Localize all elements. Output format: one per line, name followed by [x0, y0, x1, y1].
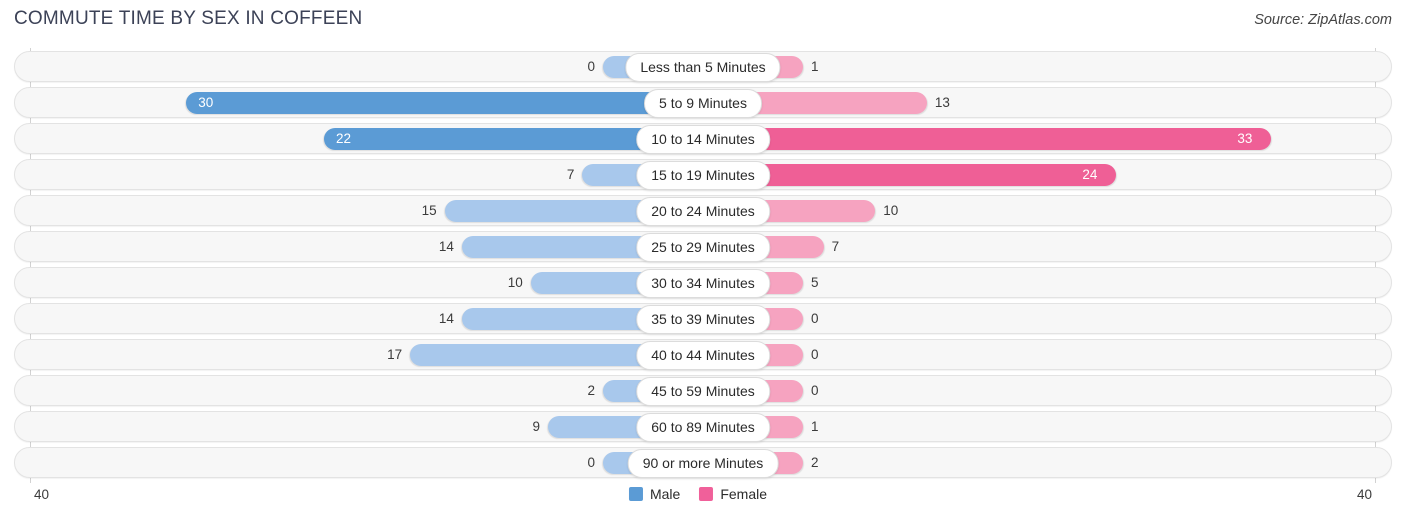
bar-value-male: 30	[198, 95, 214, 110]
bar-value-male: 22	[336, 131, 352, 146]
bar-row: 0 1 Less than 5 Minutes	[0, 50, 1406, 86]
bar-value-male: 7	[566, 167, 575, 182]
bar-value-male: 0	[587, 455, 595, 470]
category-label: 40 to 44 Minutes	[636, 341, 770, 370]
bar-row: 7 24 15 to 19 Minutes	[0, 158, 1406, 194]
page-title: COMMUTE TIME BY SEX IN COFFEEN	[14, 8, 363, 29]
bar-row: 9 1 60 to 89 Minutes	[0, 410, 1406, 446]
legend-item-male[interactable]: Male	[628, 486, 681, 502]
legend-label-female: Female	[720, 486, 768, 502]
legend: Male Female	[628, 486, 777, 502]
legend-item-female[interactable]: Female	[699, 486, 767, 502]
bar-row: 14 7 25 to 29 Minutes	[0, 230, 1406, 266]
bar-value-male: 17	[387, 347, 403, 362]
category-label: 15 to 19 Minutes	[636, 161, 770, 190]
bar-value-male: 14	[438, 239, 454, 254]
category-label: 45 to 59 Minutes	[636, 377, 770, 406]
source-attribution: Source: ZipAtlas.com	[1254, 12, 1392, 28]
legend-swatch-male-icon	[628, 487, 643, 501]
axis-max-right: 40	[1356, 487, 1372, 502]
bar-value-female: 1	[811, 419, 819, 434]
bar-rows: 0 1 Less than 5 Minutes 30 13 5 to 9 Minutes 2…	[0, 50, 1406, 482]
bar-row: 0 2 90 or more Minutes	[0, 446, 1406, 482]
category-label: Less than 5 Minutes	[625, 53, 781, 82]
bar-value-female: 33	[1237, 131, 1253, 146]
bar-row: 14 0 35 to 39 Minutes	[0, 302, 1406, 338]
bar-value-female: 2	[811, 455, 819, 470]
plot-area: 0 1 Less than 5 Minutes 30 13 5 to 9 Minutes 2…	[0, 48, 1406, 483]
bar-row: 22 33 10 to 14 Minutes	[0, 122, 1406, 158]
category-label: 20 to 24 Minutes	[636, 197, 770, 226]
category-label: 35 to 39 Minutes	[636, 305, 770, 334]
chart-footer: 40 40 Male Female	[0, 483, 1406, 523]
bar-value-male: 10	[507, 275, 523, 290]
category-label: 90 or more Minutes	[627, 449, 779, 478]
bar-value-female: 0	[811, 383, 819, 398]
bar-value-female: 24	[1082, 167, 1098, 182]
bar-value-female: 1	[811, 59, 819, 74]
bar-row: 15 10 20 to 24 Minutes	[0, 194, 1406, 230]
bar-value-male: 2	[587, 383, 595, 398]
bar-value-male: 14	[438, 311, 454, 326]
bar-value-male: 0	[587, 59, 595, 74]
category-label: 30 to 34 Minutes	[636, 269, 770, 298]
bar-value-male: 9	[532, 419, 540, 434]
bar-row: 2 0 45 to 59 Minutes	[0, 374, 1406, 410]
bar-row: 17 0 40 to 44 Minutes	[0, 338, 1406, 374]
bar-value-female: 10	[883, 203, 899, 218]
legend-label-male: Male	[649, 486, 681, 502]
category-label: 25 to 29 Minutes	[636, 233, 770, 262]
bar-value-female: 0	[811, 347, 819, 362]
bar-value-male: 15	[421, 203, 437, 218]
chart-container: COMMUTE TIME BY SEX IN COFFEEN Source: Z…	[0, 0, 1406, 523]
bar-value-female: 13	[934, 95, 950, 110]
category-label: 5 to 9 Minutes	[644, 89, 762, 118]
bar-female[interactable]	[703, 128, 1272, 150]
bar-male[interactable]	[186, 92, 703, 114]
bar-value-female: 7	[831, 239, 840, 254]
bar-row: 10 5 30 to 34 Minutes	[0, 266, 1406, 302]
bar-value-female: 5	[811, 275, 819, 290]
legend-swatch-female-icon	[699, 487, 714, 501]
axis-max-left: 40	[34, 487, 50, 502]
category-label: 10 to 14 Minutes	[636, 125, 770, 154]
category-label: 60 to 89 Minutes	[636, 413, 770, 442]
bar-value-female: 0	[811, 311, 819, 326]
bar-row: 30 13 5 to 9 Minutes	[0, 86, 1406, 122]
